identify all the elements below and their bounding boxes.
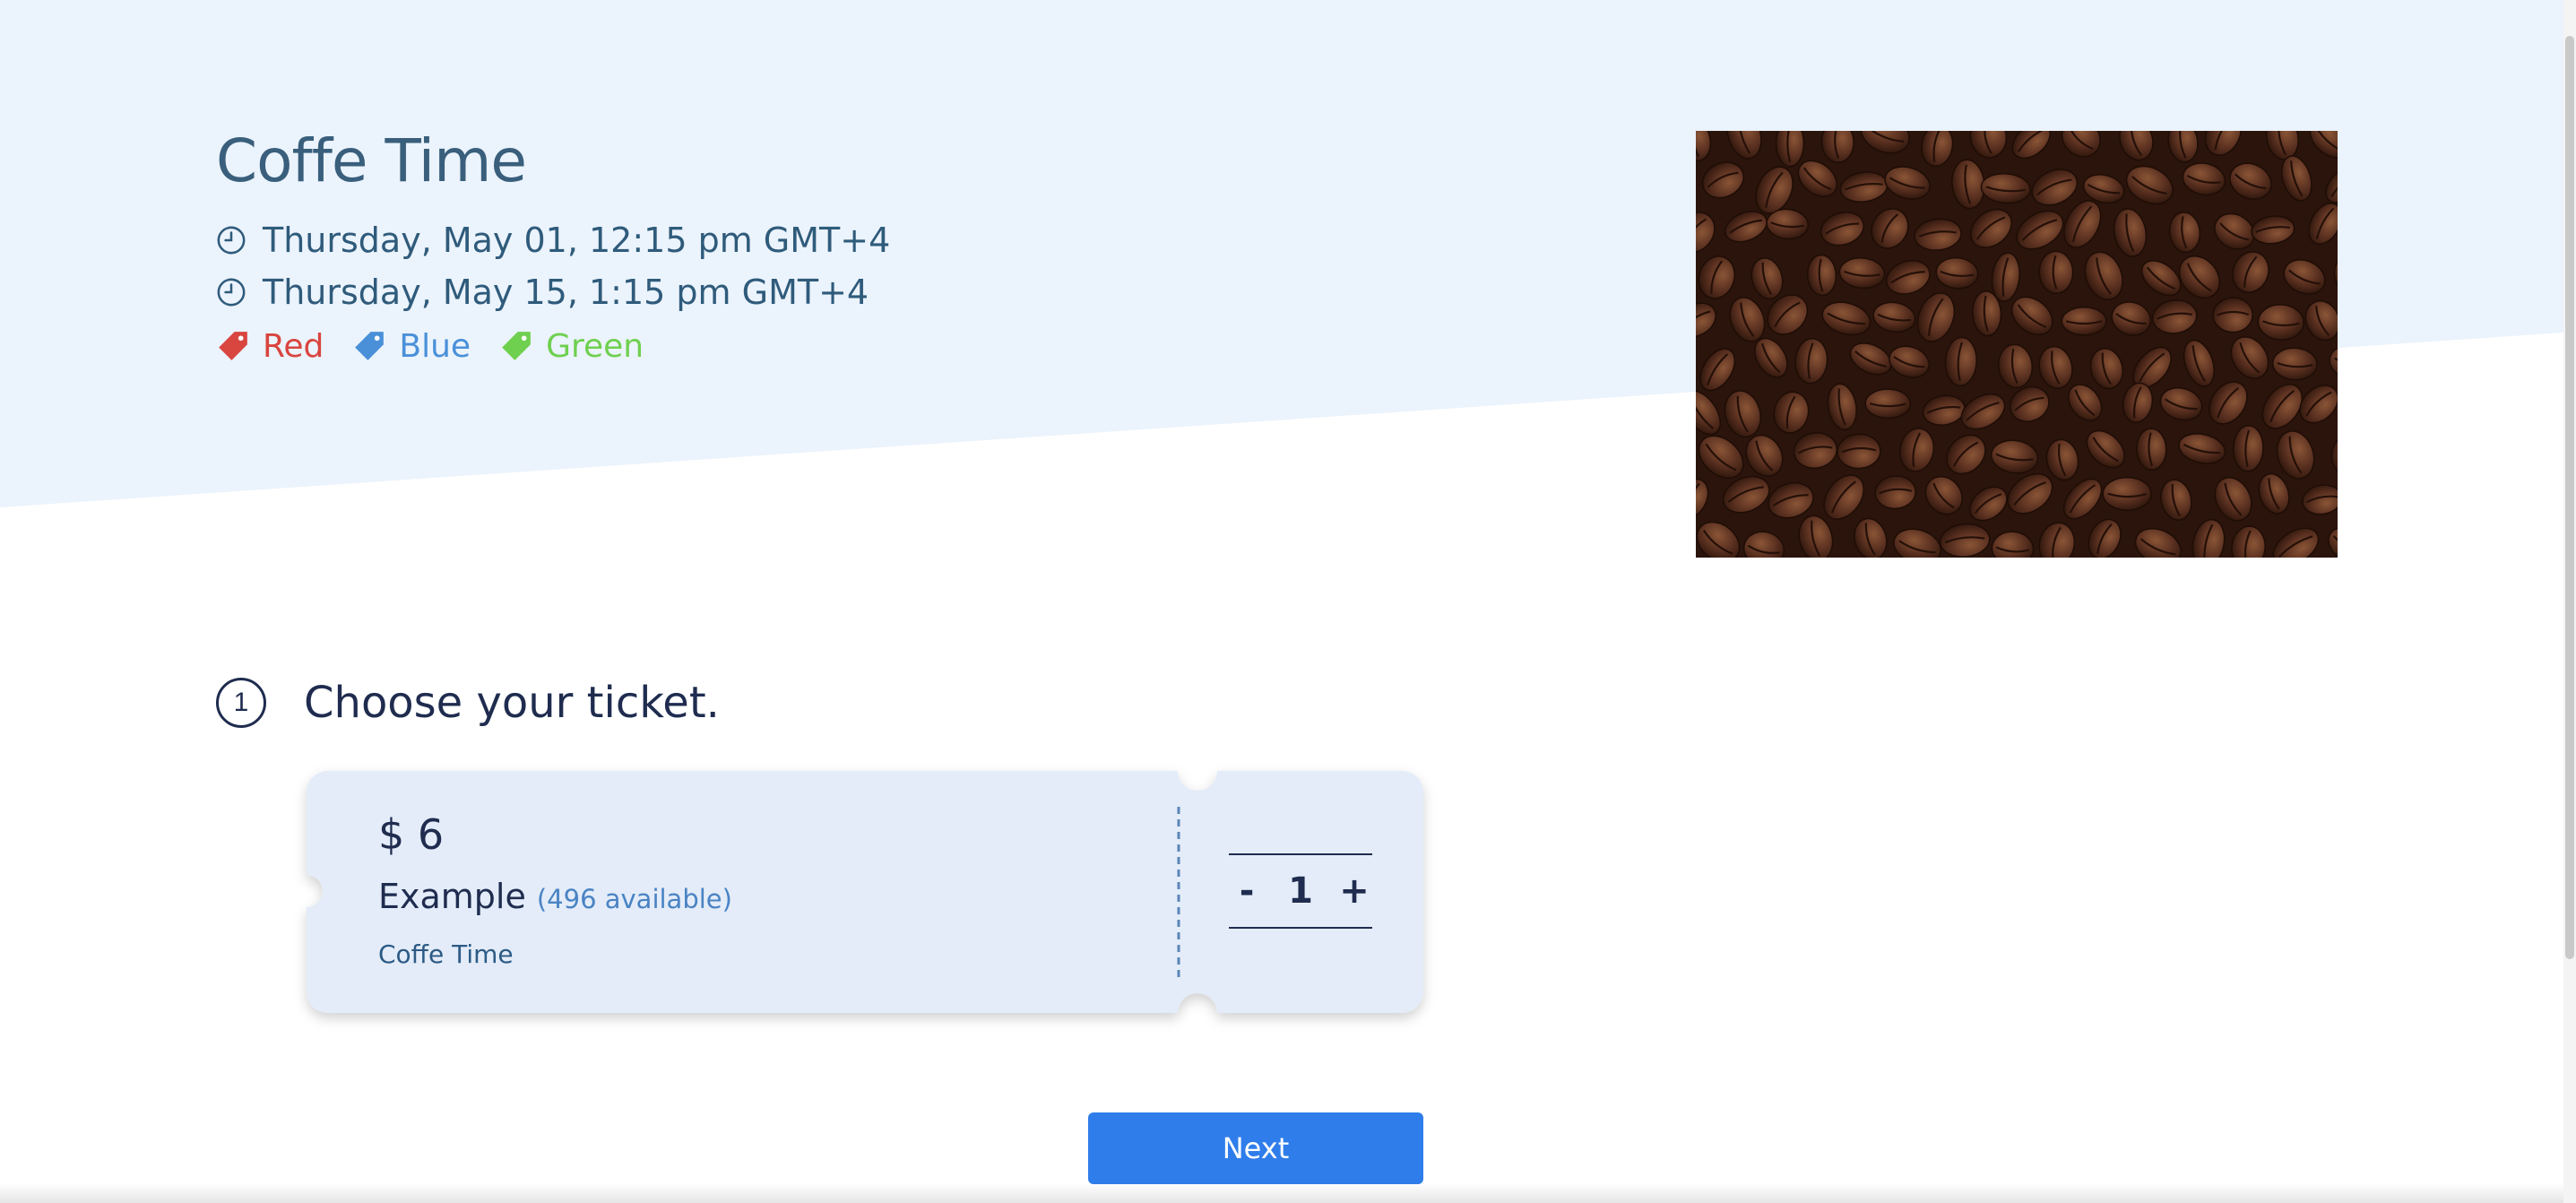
coffee-bean	[2102, 476, 2152, 511]
event-header: Coffe Time Thursday, May 01, 12:15 pm GM…	[216, 125, 890, 374]
step-header: 1 Choose your ticket.	[216, 678, 720, 728]
coffee-bean	[2061, 307, 2107, 336]
step-number-badge: 1	[216, 678, 266, 728]
coffee-bean	[1864, 388, 1912, 420]
quantity-value[interactable]: 1	[1265, 870, 1336, 912]
event-tags: Red Blue Green	[216, 318, 890, 374]
event-end-row: Thursday, May 15, 1:15 pm GMT+4	[216, 266, 890, 318]
step-title: Choose your ticket.	[304, 678, 720, 728]
tag-icon	[219, 332, 247, 361]
event-start-date: Thursday, May 01, 12:15 pm GMT+4	[263, 221, 891, 261]
event-title: Coffe Time	[216, 126, 527, 195]
increment-button[interactable]: +	[1336, 870, 1372, 912]
tag-label: Red	[263, 327, 324, 365]
event-start-row: Thursday, May 01, 12:15 pm GMT+4	[216, 214, 890, 266]
quantity-stepper[interactable]: - 1 +	[1229, 853, 1372, 929]
ticket-price: $ 6	[378, 810, 445, 859]
ticket-name: Example	[378, 877, 526, 916]
coffee-bean	[2212, 297, 2253, 333]
event-end-date: Thursday, May 15, 1:15 pm GMT+4	[263, 273, 869, 313]
clock-icon	[217, 278, 246, 307]
clock-icon	[217, 226, 246, 255]
event-image	[1696, 131, 2338, 558]
tag-red[interactable]: Red	[216, 328, 324, 365]
tag-label: Blue	[399, 327, 471, 365]
tag-icon	[502, 332, 531, 361]
tag-green[interactable]: Green	[499, 328, 644, 365]
coffee-bean	[2038, 250, 2074, 294]
ticket-name-row: Example (496 available)	[378, 877, 732, 916]
scrollbar-thumb[interactable]	[2565, 36, 2574, 959]
bottom-fold-shadow	[0, 1183, 2576, 1203]
next-button[interactable]: Next	[1088, 1112, 1423, 1184]
decrement-button[interactable]: -	[1229, 870, 1265, 912]
tag-label: Green	[546, 327, 644, 365]
ticket-card[interactable]: $ 6 Example (496 available) Coffe Time -…	[307, 771, 1423, 1013]
tag-blue[interactable]: Blue	[352, 328, 471, 365]
tag-icon	[355, 332, 385, 361]
ticket-event-name: Coffe Time	[378, 939, 514, 969]
ticket-availability: (496 available)	[536, 884, 732, 914]
